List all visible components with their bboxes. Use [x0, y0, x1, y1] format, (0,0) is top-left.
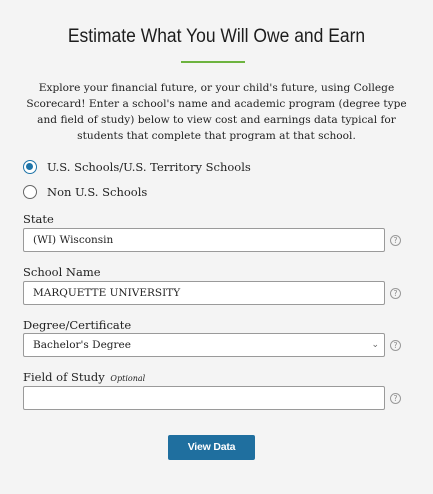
title-underline: [181, 61, 245, 63]
radio-button-us-schools[interactable]: [23, 160, 37, 174]
state-input[interactable]: (WI) Wisconsin: [23, 228, 385, 252]
intro-text: Explore your financial future, or your c…: [26, 82, 407, 142]
degree-label: Degree/Certificate: [23, 318, 132, 332]
state-label: State: [23, 212, 54, 226]
view-data-button[interactable]: View Data: [168, 435, 255, 460]
field-of-study-label-text: Field of Study: [23, 370, 105, 384]
degree-help-icon[interactable]: ?: [390, 340, 401, 351]
page-title: Estimate What You Will Owe and Earn: [67, 26, 366, 47]
degree-selected-value: Bachelor's Degree: [33, 339, 131, 351]
optional-tag: Optional: [110, 374, 146, 383]
radio-label-non-us-schools: Non U.S. Schools: [47, 185, 148, 199]
radio-us-schools[interactable]: U.S. Schools/U.S. Territory Schools: [23, 160, 251, 174]
field-of-study-input[interactable]: [23, 386, 385, 410]
state-help-icon[interactable]: ?: [390, 235, 401, 246]
field-of-study-help-icon[interactable]: ?: [390, 393, 401, 404]
school-name-label: School Name: [23, 265, 101, 279]
radio-label-us-schools: U.S. Schools/U.S. Territory Schools: [47, 160, 251, 174]
radio-button-non-us-schools[interactable]: [23, 185, 37, 199]
radio-non-us-schools[interactable]: Non U.S. Schools: [23, 185, 147, 199]
school-name-input[interactable]: MARQUETTE UNIVERSITY: [23, 281, 385, 305]
field-of-study-label: Field of Study Optional: [23, 370, 145, 384]
school-name-help-icon[interactable]: ?: [390, 288, 401, 299]
chevron-down-icon: ⌄: [371, 340, 379, 350]
degree-select[interactable]: Bachelor's Degree ⌄: [23, 333, 385, 357]
